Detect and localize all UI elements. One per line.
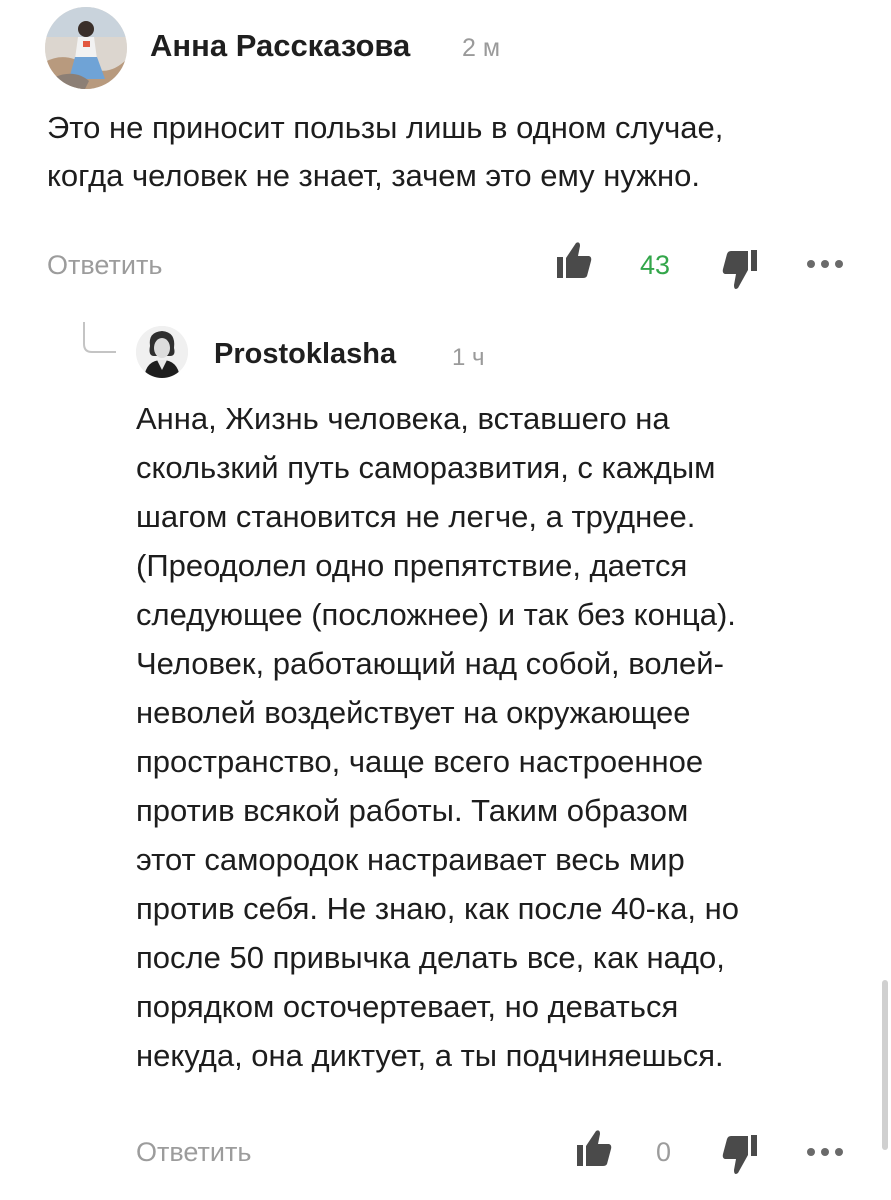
author-name[interactable]: Prostoklasha [214, 338, 396, 371]
author-name[interactable]: Анна Рассказова [150, 28, 410, 64]
user-photo-icon [136, 326, 188, 378]
scrollbar[interactable] [882, 980, 888, 1150]
user-photo-icon [45, 7, 127, 89]
thumbs-up-icon[interactable] [556, 240, 592, 280]
thumbs-up-icon[interactable] [576, 1128, 612, 1168]
author-avatar[interactable] [45, 7, 127, 89]
reply-thread-connector [83, 322, 116, 353]
reply-button[interactable]: Ответить [47, 250, 162, 281]
like-count: 0 [656, 1137, 672, 1167]
like-count: 43 [640, 250, 671, 280]
comment-time: 2 м [462, 34, 501, 62]
comment-text: Это не приносит пользы лишь в одном случ… [47, 110, 724, 193]
author-avatar[interactable] [136, 326, 188, 378]
thumbs-down-icon[interactable] [722, 248, 758, 292]
comment-time: 1 ч [452, 344, 485, 371]
more-dots-icon[interactable] [804, 256, 846, 272]
reply-button[interactable]: Ответить [136, 1137, 251, 1168]
comment-text: Анна, Жизнь человека, вставшего на сколь… [136, 401, 739, 1073]
thumbs-down-icon[interactable] [722, 1133, 758, 1177]
more-dots-icon[interactable] [804, 1144, 846, 1160]
